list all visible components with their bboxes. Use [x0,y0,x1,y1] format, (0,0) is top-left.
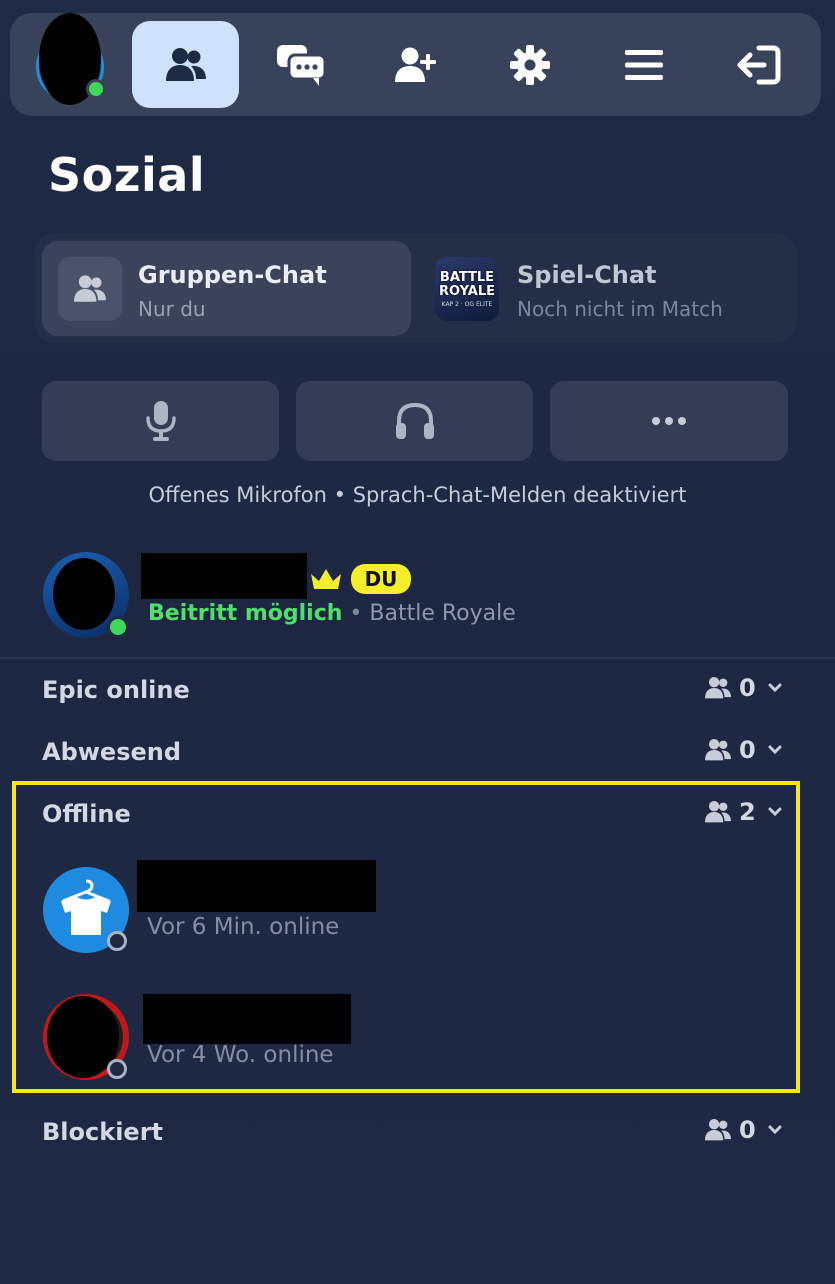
friends-icon [705,1118,731,1141]
chevron-down-icon [768,683,782,693]
microphone-button[interactable] [42,381,279,461]
section-blocked[interactable]: Blockiert 0 [0,1114,835,1154]
section-count: 0 [703,1116,782,1144]
list-item[interactable]: Vor 6 Min. online [0,858,835,958]
page-title: Sozial [48,148,206,202]
headphones-icon [395,402,434,439]
game-chat-subtitle: Noch nicht im Match [517,297,723,321]
redacted-username [143,994,351,1044]
group-chat-subtitle: Nur du [138,297,206,321]
add-friend-icon [394,47,436,82]
own-status-line: Beitritt möglich • Battle Royale [148,601,516,626]
voice-status-text: Offenes Mikrofon • Sprach-Chat-Melden de… [148,483,687,507]
list-item[interactable]: Vor 4 Wo. online [0,986,835,1086]
thumb-text-3: KAP 2 · OG ELITE [441,300,493,308]
section-offline[interactable]: Offline 2 [0,796,835,836]
battle-royale-thumbnail: BATTLE ROYALE KAP 2 · OG ELITE [435,257,499,321]
count-value: 0 [739,736,756,764]
section-label: Epic online [42,676,190,704]
thumb-text-2: ROYALE [439,283,495,299]
exit-icon [737,45,780,84]
nav-exit-button[interactable] [704,21,811,108]
avatar-redacted [39,13,101,105]
hamburger-icon [624,49,663,80]
divider [0,657,835,659]
section-epic-online[interactable]: Epic online 0 [0,672,835,712]
tab-group-chat[interactable]: Gruppen-Chat Nur du [42,241,411,336]
chevron-down-icon [768,745,782,755]
more-icon [652,417,686,425]
own-profile-avatar [43,552,129,638]
chat-bubbles-icon [276,44,326,86]
friends-icon [74,275,106,302]
friends-icon [705,676,731,699]
more-options-button[interactable] [550,381,788,461]
section-label: Abwesend [42,738,182,766]
friends-icon [705,738,731,761]
friend-last-online: Vor 6 Min. online [147,914,340,940]
thumb-text-1: BATTLE [439,269,495,285]
status-separator: • [349,601,363,626]
nav-settings-button[interactable] [476,21,583,108]
offline-status-dot [107,1059,127,1079]
crown-icon [311,569,341,589]
section-count: 0 [703,674,782,702]
chat-tabs: Gruppen-Chat Nur du BATTLE ROYALE KAP 2 … [34,233,797,343]
game-chat-title: Spiel-Chat [517,261,657,289]
section-label: Offline [42,800,131,828]
headphones-button[interactable] [296,381,533,461]
section-away[interactable]: Abwesend 0 [0,734,835,774]
redacted-username [137,860,376,912]
friends-icon [705,800,731,823]
chevron-down-icon [768,807,782,817]
avatar-redacted [53,558,115,630]
tab-game-chat[interactable]: BATTLE ROYALE KAP 2 · OG ELITE Spiel-Cha… [422,241,790,336]
nav-add-friend-button[interactable] [362,21,469,108]
count-value: 0 [739,1116,756,1144]
joinable-status: Beitritt möglich [148,601,343,626]
nav-chat-button[interactable] [247,21,354,108]
count-value: 2 [739,798,756,826]
top-nav-bar [10,13,821,116]
gear-icon [509,44,550,85]
game-mode: Battle Royale [369,601,516,626]
section-count: 2 [703,798,782,826]
own-profile-row[interactable]: DU Beitritt möglich • Battle Royale [0,546,835,658]
microphone-icon [145,401,176,441]
section-label: Blockiert [42,1118,164,1146]
nav-menu-button[interactable] [590,21,697,108]
online-status-dot [107,616,129,638]
nav-friends-button[interactable] [132,21,239,108]
offline-status-dot [107,931,127,951]
group-chat-icon [58,257,122,321]
self-badge: DU [351,564,411,594]
group-chat-title: Gruppen-Chat [138,261,327,289]
own-avatar[interactable] [36,13,104,105]
redacted-username [141,553,307,599]
count-value: 0 [739,674,756,702]
section-count: 0 [703,736,782,764]
chevron-down-icon [768,1125,782,1135]
friends-icon [165,47,206,81]
friend-last-online: Vor 4 Wo. online [147,1042,334,1068]
